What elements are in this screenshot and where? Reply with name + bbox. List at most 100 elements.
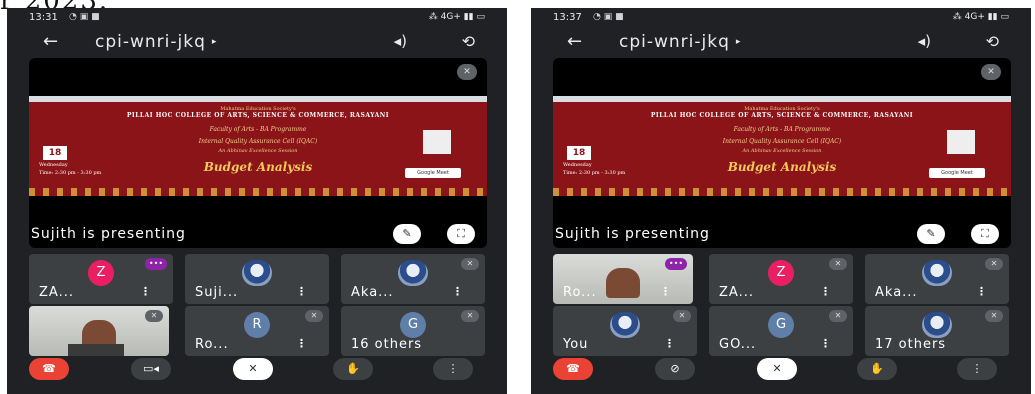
video-person [606,268,641,298]
fullscreen-icon[interactable]: ⛶ [447,224,475,244]
meeting-code-label: cpi-wnri-jkq [95,32,206,52]
camera-flip-icon[interactable]: ⟲ [462,32,475,51]
more-vert-icon[interactable]: ⋮ [433,358,473,380]
participant-tile[interactable]: ✕ Z ZA... ⋮ [709,254,853,304]
slide-series: An Abhinav Excellence Session [742,148,822,154]
avatar: G [400,312,426,338]
participant-name: Ro... [195,337,229,352]
slide-college: PILLAI HOC COLLEGE OF ARTS, SCIENCE & CO… [126,112,390,119]
network-indicator: ⁂ 4G+ ▮▮ ▭ [428,12,485,22]
participant-name: ZA... [39,285,74,300]
more-vert-icon[interactable]: ⋮ [452,285,463,298]
meet-topbar: ← cpi-wnri-jkq ▸ ◂) ⟲ [531,30,1031,56]
participant-name: Ro... [563,285,597,300]
back-arrow-icon[interactable]: ← [43,30,58,54]
meeting-code[interactable]: cpi-wnri-jkq ▸ [95,32,217,52]
speaker-photo [423,130,451,154]
mic-off-icon: ✕ [461,310,479,322]
pin-icon[interactable]: ✎ [393,224,421,244]
pin-icon[interactable]: ✎ [917,224,945,244]
slide-faculty: Faculty of Arts - BA Programme [209,126,307,133]
avatar: R [244,312,270,338]
slide-border [553,188,1011,196]
shared-slide: Mahatma Education Society's PILLAI HOC C… [553,96,1011,196]
slide-college: PILLAI HOC COLLEGE OF ARTS, SCIENCE & CO… [650,112,914,119]
participant-name: GO... [719,337,757,352]
status-bar: 13:31 ◔ ▣ ■ ⁂ 4G+ ▮▮ ▭ [7,8,507,28]
mic-off-button[interactable]: ✕ [757,358,797,380]
participant-tile[interactable]: ✕ Aka... ⋮ [341,254,485,304]
raise-hand-icon[interactable]: ✋ [333,358,373,380]
avatar-image [922,260,952,286]
more-vert-icon[interactable]: ⋮ [660,285,671,298]
presenting-label: Sujith is presenting [31,226,186,242]
camera-icon[interactable]: ▭◂ [131,358,171,380]
network-indicator: ⁂ 4G+ ▮▮ ▭ [952,12,1009,22]
others-count: 17 others [875,337,947,352]
more-vert-icon[interactable]: ⋮ [957,358,997,380]
participant-tile[interactable]: Suji... ⋮ [185,254,329,304]
meeting-code[interactable]: cpi-wnri-jkq ▸ [619,32,741,52]
more-vert-icon[interactable]: ⋮ [976,285,987,298]
participant-tile[interactable]: ✕ G GO... ⋮ [709,306,853,356]
slide-platform: Google Meet [405,168,461,178]
more-vert-icon[interactable]: ⋮ [140,285,151,298]
participant-name: Aka... [351,285,394,300]
others-tile[interactable]: ✕ 17 others [865,306,1009,356]
status-icons: ◔ ▣ ■ [69,12,100,22]
participant-tile[interactable]: ••• Z ZA... ⋮ [29,254,173,304]
slide-time: Time: 2:30 pm - 3:30 pm [563,170,626,176]
status-icons: ◔ ▣ ■ [593,12,624,22]
presentation-stage[interactable]: ✕ Mahatma Education Society's PILLAI HOC… [553,58,1011,248]
participant-tile[interactable]: ✕ Aka... ⋮ [865,254,1009,304]
end-call-icon[interactable]: ☎ [553,358,593,380]
presentation-stage[interactable]: ✕ Mahatma Education Society's PILLAI HOC… [29,58,487,248]
participant-video-tile[interactable]: ••• Ro... ⋮ [553,254,693,304]
slide-platform: Google Meet [929,168,985,178]
slide-time: Time: 2:30 pm - 3:30 pm [39,170,102,176]
android-navbar [7,386,507,394]
end-call-icon[interactable]: ☎ [29,358,69,380]
others-count: 16 others [351,337,423,352]
others-tile[interactable]: ✕ G 16 others [341,306,485,356]
call-controls: ☎ ⊘ ✕ ✋ ⋮ [553,358,1011,382]
phone-screen-1: 13:31 ◔ ▣ ■ ⁂ 4G+ ▮▮ ▭ ← cpi-wnri-jkq ▸ ◂… [7,8,507,394]
more-vert-icon[interactable]: ⋮ [820,337,831,350]
avatar-image [922,312,952,338]
android-navbar [531,386,1031,394]
mic-off-icon: ✕ [829,310,847,322]
back-arrow-icon[interactable]: ← [567,30,582,54]
self-tile[interactable]: ✕ You ⋮ [553,306,697,356]
more-vert-icon[interactable]: ⋮ [296,337,307,350]
more-vert-icon[interactable]: ⋮ [296,285,307,298]
slide-day: Wednesday [39,162,68,168]
presenting-label: Sujith is presenting [555,226,710,242]
more-vert-icon[interactable]: ⋮ [664,337,675,350]
slide-faculty: Faculty of Arts - BA Programme [733,126,831,133]
browser-bar [553,96,1011,102]
camera-off-icon[interactable]: ⊘ [655,358,695,380]
browser-bar [29,96,487,102]
slide-iqac: Internal Quality Assurance Cell (IQAC) [722,138,842,145]
participant-name: Suji... [195,285,239,300]
meeting-code-label: cpi-wnri-jkq [619,32,730,52]
camera-flip-icon[interactable]: ⟲ [986,32,999,51]
caret-right-icon: ▸ [211,37,218,47]
mic-off-icon: ✕ [461,258,479,270]
self-video-tile[interactable]: ✕ [29,306,169,356]
mic-off-icon: ✕ [985,310,1003,322]
speaker-icon[interactable]: ◂) [394,32,407,50]
status-time: 13:31 [29,12,58,23]
avatar-image [610,312,640,338]
participant-name: You [563,337,589,352]
mic-off-icon: ✕ [829,258,847,270]
mic-off-button[interactable]: ✕ [233,358,273,380]
participant-tile[interactable]: ✕ R Ro... ⋮ [185,306,329,356]
raise-hand-icon[interactable]: ✋ [857,358,897,380]
more-vert-icon[interactable]: ⋮ [820,285,831,298]
fullscreen-icon[interactable]: ⛶ [971,224,999,244]
slide-day: Wednesday [563,162,592,168]
slide-series: An Abhinav Excellence Session [218,148,298,154]
video-person-body [68,344,125,356]
speaker-icon[interactable]: ◂) [918,32,931,50]
